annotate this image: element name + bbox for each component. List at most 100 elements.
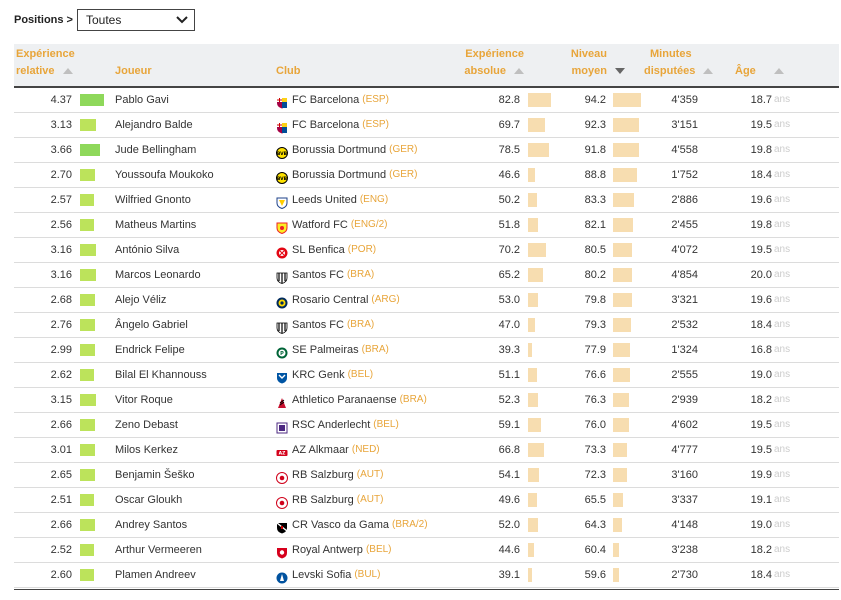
player-name[interactable]: Pablo Gavi bbox=[115, 88, 169, 112]
sort-asc-icon[interactable] bbox=[703, 68, 714, 75]
player-name[interactable]: Marcos Leonardo bbox=[115, 263, 201, 287]
table-row[interactable]: 2.66 Andrey Santos CR Vasco da Gama (BRA/2)… bbox=[14, 513, 839, 538]
club-name[interactable]: Borussia Dortmund bbox=[292, 138, 386, 162]
club-country: (BRA/2) bbox=[392, 519, 428, 530]
player-name[interactable]: Milos Kerkez bbox=[115, 438, 178, 462]
club-country: (ENG) bbox=[359, 194, 389, 205]
header-age[interactable]: Âge bbox=[735, 63, 795, 80]
table-row[interactable]: 3.13 Alejandro Balde FC Barcelona (ESP) 69.7… bbox=[14, 113, 839, 138]
player-name[interactable]: Zeno Debast bbox=[115, 413, 178, 437]
club-name[interactable]: Royal Antwerp bbox=[292, 538, 363, 562]
sort-asc-icon[interactable] bbox=[62, 68, 73, 75]
club-name[interactable]: RB Salzburg bbox=[292, 463, 354, 487]
player-name[interactable]: Andrey Santos bbox=[115, 513, 187, 537]
relative-experience-value: 2.99 bbox=[50, 344, 72, 356]
absolute-experience-value: 54.1 bbox=[498, 469, 520, 481]
player-name[interactable]: António Silva bbox=[115, 238, 179, 262]
header-absolute-experience[interactable]: Expérience absolue bbox=[460, 46, 524, 80]
table-row[interactable]: 2.51 Oscar Gloukh RB Salzburg (AUT) 49.6 65.5… bbox=[14, 488, 839, 513]
table-row[interactable]: 2.70 Youssoufa Moukoko BVB Borussia Dortmun… bbox=[14, 163, 839, 188]
club-name[interactable]: SL Benfica bbox=[292, 238, 345, 262]
club-name[interactable]: Santos FC bbox=[292, 263, 344, 287]
sort-asc-icon[interactable] bbox=[514, 68, 524, 75]
club-crest-icon bbox=[276, 369, 288, 384]
club-cell: FC Barcelona (ESP) bbox=[276, 88, 389, 112]
table-row[interactable]: 2.68 Alejo Véliz Rosario Central (ARG) 53.0 7… bbox=[14, 288, 839, 313]
table-row[interactable]: 2.57 Wilfried Gnonto Leeds United (ENG) 50.2… bbox=[14, 188, 839, 213]
club-crest-icon: BVB bbox=[276, 144, 288, 159]
club-name[interactable]: SE Palmeiras bbox=[292, 338, 359, 362]
table-row[interactable]: 2.65 Benjamin Šeško RB Salzburg (AUT) 54.1 72… bbox=[14, 463, 839, 488]
club-name[interactable]: Watford FC bbox=[292, 213, 348, 237]
club-name[interactable]: Borussia Dortmund bbox=[292, 163, 386, 187]
table-row[interactable]: 2.76 Ângelo Gabriel Santos FC (BRA) 47.0 79.3… bbox=[14, 313, 839, 338]
relative-experience-bar bbox=[80, 494, 94, 506]
club-name[interactable]: FC Barcelona bbox=[292, 88, 359, 112]
player-name[interactable]: Matheus Martins bbox=[115, 213, 196, 237]
relative-experience-value: 2.62 bbox=[50, 369, 72, 381]
table-row[interactable]: 3.16 António Silva SL Benfica (POR) 70.2 80.5… bbox=[14, 238, 839, 263]
average-level-value: 77.9 bbox=[584, 344, 606, 356]
absolute-experience-value: 78.5 bbox=[498, 144, 520, 156]
header-relative-experience[interactable]: Expérience relative bbox=[16, 46, 75, 80]
table-row[interactable]: 2.52 Arthur Vermeeren Royal Antwerp (BEL) 44… bbox=[14, 538, 839, 563]
average-level-bar bbox=[613, 243, 632, 257]
table-row[interactable]: 3.66 Jude Bellingham BVB Borussia Dortmund(… bbox=[14, 138, 839, 163]
absolute-experience-value: 51.1 bbox=[498, 369, 520, 381]
average-level-bar bbox=[613, 518, 622, 532]
club-crest-icon bbox=[276, 219, 288, 235]
player-name[interactable]: Oscar Gloukh bbox=[115, 488, 182, 512]
player-name[interactable]: Bilal El Khannouss bbox=[115, 363, 207, 387]
club-name[interactable]: Santos FC bbox=[292, 313, 344, 337]
chevron-down-icon bbox=[176, 16, 188, 24]
player-name[interactable]: Endrick Felipe bbox=[115, 338, 185, 362]
absolute-experience-value: 66.8 bbox=[498, 444, 520, 456]
player-name[interactable]: Arthur Vermeeren bbox=[115, 538, 202, 562]
table-row[interactable]: 3.16 Marcos Leonardo Santos FC (BRA) 65.2 80.… bbox=[14, 263, 839, 288]
minutes-played-value: 2'730 bbox=[671, 569, 698, 581]
club-name[interactable]: Athletico Paranaense bbox=[292, 388, 397, 412]
table-row[interactable]: 4.37 Pablo Gavi FC Barcelona (ESP) 82.8 94.2 4… bbox=[14, 88, 839, 113]
table-row[interactable]: 3.15 Vitor Roque Athletico Paranaense (BRA)… bbox=[14, 388, 839, 413]
club-name[interactable]: Rosario Central bbox=[292, 288, 368, 312]
club-name[interactable]: RSC Anderlecht bbox=[292, 413, 370, 437]
average-level-bar bbox=[613, 543, 619, 557]
header-average-level[interactable]: Niveau moyen bbox=[557, 46, 625, 80]
player-name[interactable]: Benjamin Šeško bbox=[115, 463, 195, 487]
table-row[interactable]: 2.62 Bilal El Khannouss KRC Genk (BEL) 51.1 7… bbox=[14, 363, 839, 388]
player-name[interactable]: Jude Bellingham bbox=[115, 138, 196, 162]
club-cell: P SE Palmeiras (BRA) bbox=[276, 338, 389, 362]
club-name[interactable]: AZ Alkmaar bbox=[292, 438, 349, 462]
club-name[interactable]: CR Vasco da Gama bbox=[292, 513, 389, 537]
positions-select[interactable]: Toutes bbox=[77, 9, 195, 31]
club-crest-icon bbox=[276, 519, 288, 534]
header-player[interactable]: Joueur bbox=[115, 63, 152, 80]
player-name[interactable]: Alejo Véliz bbox=[115, 288, 166, 312]
absolute-experience-bar bbox=[528, 418, 541, 432]
header-minutes-played[interactable]: Minutes disputées bbox=[644, 46, 724, 80]
relative-experience-bar bbox=[80, 144, 100, 156]
table-row[interactable]: 2.66 Zeno Debast RSC Anderlecht (BEL) 59.1 76… bbox=[14, 413, 839, 438]
club-name[interactable]: KRC Genk bbox=[292, 363, 345, 387]
table-row[interactable]: 2.60 Plamen Andreev Levski Sofia (BUL) 39.1 5… bbox=[14, 563, 839, 588]
club-name[interactable]: Levski Sofia bbox=[292, 563, 351, 587]
average-level-value: 80.2 bbox=[584, 269, 606, 281]
player-name[interactable]: Ângelo Gabriel bbox=[115, 313, 188, 337]
table-row[interactable]: 2.99 Endrick Felipe P SE Palmeiras (BRA) 39.3… bbox=[14, 338, 839, 363]
sort-desc-icon[interactable] bbox=[615, 68, 625, 75]
player-name[interactable]: Youssoufa Moukoko bbox=[115, 163, 214, 187]
table-row[interactable]: 3.01 Milos Kerkez AZ AZ Alkmaar (NED) 66.8 73.… bbox=[14, 438, 839, 463]
header-club[interactable]: Club bbox=[276, 63, 300, 80]
player-name[interactable]: Alejandro Balde bbox=[115, 113, 193, 137]
club-name[interactable]: RB Salzburg bbox=[292, 488, 354, 512]
relative-experience-bar bbox=[80, 419, 95, 431]
table-row[interactable]: 2.56 Matheus Martins Watford FC (ENG/2) 51.8… bbox=[14, 213, 839, 238]
player-name[interactable]: Vitor Roque bbox=[115, 388, 173, 412]
club-name[interactable]: FC Barcelona bbox=[292, 113, 359, 137]
player-name[interactable]: Plamen Andreev bbox=[115, 563, 196, 587]
club-name[interactable]: Leeds United bbox=[292, 188, 357, 212]
club-cell: Leeds United (ENG) bbox=[276, 188, 388, 212]
club-cell: Athletico Paranaense (BRA) bbox=[276, 388, 427, 412]
sort-asc-icon[interactable] bbox=[773, 68, 784, 75]
player-name[interactable]: Wilfried Gnonto bbox=[115, 188, 191, 212]
